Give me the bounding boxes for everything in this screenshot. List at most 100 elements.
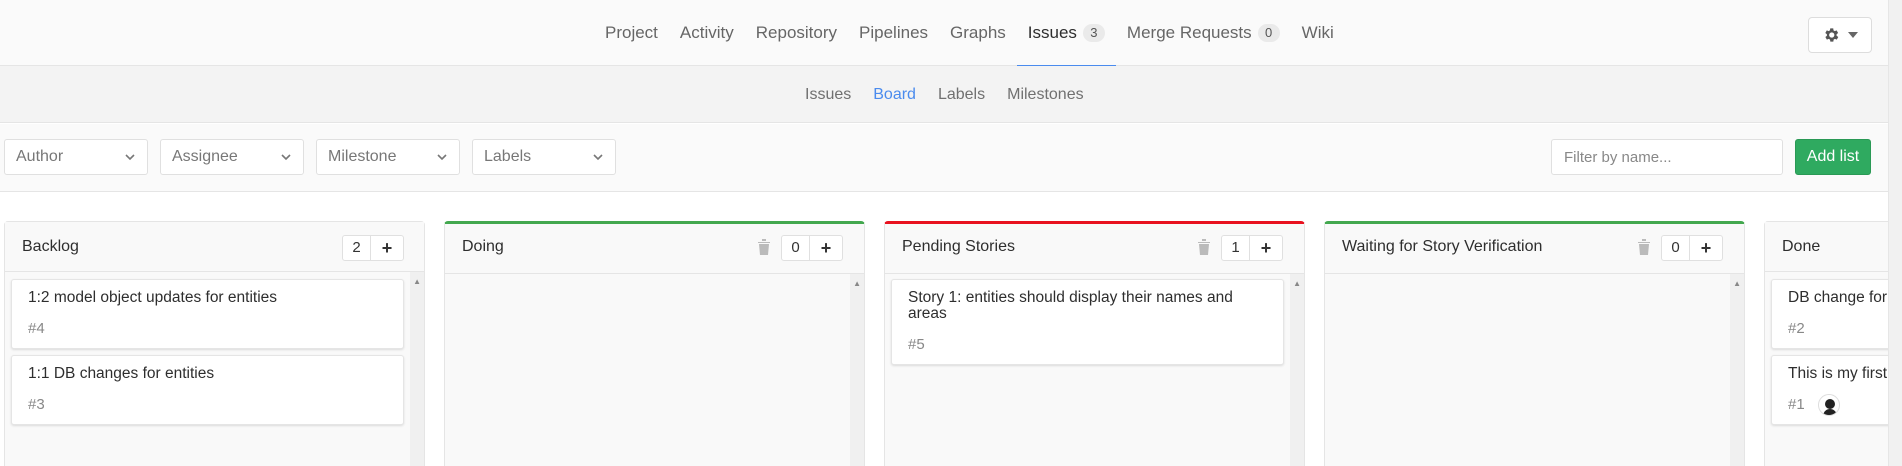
subnav-milestones[interactable]: Milestones — [996, 86, 1094, 104]
nav-merge-requests[interactable]: Merge Requests 0 — [1116, 0, 1291, 66]
nav-project[interactable]: Project — [594, 0, 669, 66]
author-dropdown[interactable]: Author — [4, 139, 148, 175]
list-count-group: 0 + — [781, 235, 843, 261]
assignee-dropdown-label: Assignee — [172, 148, 238, 165]
nav-repository[interactable]: Repository — [745, 0, 848, 66]
filter-by-name-input[interactable] — [1551, 139, 1783, 175]
author-dropdown-label: Author — [16, 148, 64, 165]
chevron-down-icon — [437, 154, 447, 161]
board-list-backlog: Backlog 2 + ▲ 1:2 model object updates f… — [4, 221, 425, 466]
labels-dropdown[interactable]: Labels — [472, 139, 616, 175]
list-title: Doing — [462, 238, 504, 255]
list-header: Doing 0 + — [445, 224, 864, 274]
list-header: Done — [1765, 222, 1888, 272]
issue-card[interactable]: DB change for #2 — [1771, 279, 1888, 349]
gear-icon — [1825, 28, 1839, 42]
issue-board: Backlog 2 + ▲ 1:2 model object updates f… — [0, 192, 1888, 466]
list-title: Pending Stories — [902, 238, 1015, 255]
list-scrollbar[interactable] — [850, 274, 864, 466]
list-title: Backlog — [22, 238, 79, 255]
add-issue-button[interactable]: + — [371, 236, 403, 260]
add-list-button[interactable]: Add list — [1795, 139, 1871, 175]
nav-issues[interactable]: Issues 3 — [1016, 0, 1117, 67]
filter-bar: Author Assignee Milestone Labels Add lis… — [0, 124, 1888, 192]
card-title: 1:2 model object updates for entities — [28, 289, 278, 306]
card-title: Story 1: entities should display their n… — [908, 289, 1233, 322]
trash-icon[interactable] — [1197, 238, 1211, 256]
issue-count: 2 — [343, 236, 371, 260]
caret-down-icon — [1848, 32, 1858, 38]
nav-activity[interactable]: Activity — [669, 0, 745, 66]
issue-card[interactable]: 1:1 DB changes for entities #3 — [11, 355, 404, 425]
list-scrollbar[interactable] — [1730, 274, 1744, 466]
add-issue-button[interactable]: + — [810, 236, 842, 260]
issues-count-badge: 3 — [1082, 24, 1105, 42]
list-header: Backlog 2 + — [5, 222, 424, 272]
nav-pipelines[interactable]: Pipelines — [848, 0, 939, 66]
card-issue-number: #5 — [908, 336, 925, 353]
subnav-board[interactable]: Board — [862, 86, 927, 104]
card-title: DB change for — [1788, 289, 1888, 306]
scroll-up-arrow-icon[interactable]: ▲ — [1733, 279, 1741, 288]
add-issue-button[interactable]: + — [1690, 236, 1722, 260]
nav-graphs[interactable]: Graphs — [939, 0, 1017, 66]
project-nav-links: Project Activity Repository Pipelines Gr… — [594, 0, 1345, 67]
page-scrollbar[interactable] — [1888, 0, 1902, 466]
issue-count: 0 — [1662, 236, 1690, 260]
add-issue-button[interactable]: + — [1250, 236, 1282, 260]
trash-icon[interactable] — [1637, 238, 1651, 256]
board-list-doing: Doing 0 + ▲ — [444, 221, 865, 466]
assignee-dropdown[interactable]: Assignee — [160, 139, 304, 175]
scroll-up-arrow-icon[interactable]: ▲ — [853, 279, 861, 288]
trash-icon[interactable] — [757, 238, 771, 256]
nav-issues-label: Issues — [1027, 23, 1077, 42]
card-issue-number: #4 — [28, 320, 45, 337]
board-list-pending-stories: Pending Stories 1 + ▲ Story 1: entities … — [884, 221, 1305, 466]
issue-card[interactable]: Story 1: entities should display their n… — [891, 279, 1284, 365]
board-list-waiting-for-story-verification: Waiting for Story Verification 0 + ▲ — [1324, 221, 1745, 466]
subnav-labels[interactable]: Labels — [927, 86, 996, 104]
nav-activity-label: Activity — [679, 23, 734, 42]
chevron-down-icon — [593, 154, 603, 161]
nav-graphs-label: Graphs — [950, 23, 1006, 42]
user-avatar-icon — [1823, 399, 1837, 415]
list-title: Done — [1782, 238, 1821, 255]
issues-subnav-links: Issues Board Labels Milestones — [794, 66, 1095, 123]
list-title: Waiting for Story Verification — [1342, 238, 1543, 255]
chevron-down-icon — [125, 154, 135, 161]
list-header: Pending Stories 1 + — [885, 224, 1304, 274]
issue-card[interactable]: 1:2 model object updates for entities #4 — [11, 279, 404, 349]
labels-dropdown-label: Labels — [484, 148, 532, 165]
scroll-up-arrow-icon[interactable]: ▲ — [1293, 279, 1301, 288]
issue-count: 1 — [1222, 236, 1250, 260]
nav-pipelines-label: Pipelines — [859, 23, 929, 42]
milestone-dropdown[interactable]: Milestone — [316, 139, 460, 175]
issue-count: 0 — [782, 236, 810, 260]
list-count-group: 1 + — [1221, 235, 1283, 261]
nav-project-label: Project — [605, 23, 658, 42]
sub-nav: Issues Board Labels Milestones — [0, 66, 1888, 123]
chevron-down-icon — [281, 154, 291, 161]
top-nav: Project Activity Repository Pipelines Gr… — [0, 0, 1888, 67]
nav-wiki-label: Wiki — [1301, 23, 1334, 42]
list-scrollbar[interactable] — [410, 272, 424, 466]
card-issue-number: #3 — [28, 396, 45, 413]
nav-repository-label: Repository — [755, 23, 838, 42]
card-title: This is my first — [1788, 365, 1888, 382]
assignee-avatar[interactable] — [1818, 394, 1840, 416]
list-count-group: 0 + — [1661, 235, 1723, 261]
merge-requests-count-badge: 0 — [1257, 24, 1280, 42]
scroll-up-arrow-icon[interactable]: ▲ — [413, 277, 421, 286]
card-issue-number: #2 — [1788, 320, 1805, 337]
card-issue-number: #1 — [1788, 396, 1805, 413]
board-list-done: Done DB change for #2 This is my first #… — [1764, 221, 1888, 466]
list-header: Waiting for Story Verification 0 + — [1325, 224, 1744, 274]
settings-dropdown-button[interactable] — [1808, 17, 1872, 53]
milestone-dropdown-label: Milestone — [328, 148, 397, 165]
card-title: 1:1 DB changes for entities — [28, 365, 215, 382]
issue-card[interactable]: This is my first #1 — [1771, 355, 1888, 425]
subnav-issues[interactable]: Issues — [794, 86, 862, 104]
nav-wiki[interactable]: Wiki — [1291, 0, 1345, 66]
list-scrollbar[interactable] — [1290, 274, 1304, 466]
list-count-group: 2 + — [342, 235, 404, 261]
